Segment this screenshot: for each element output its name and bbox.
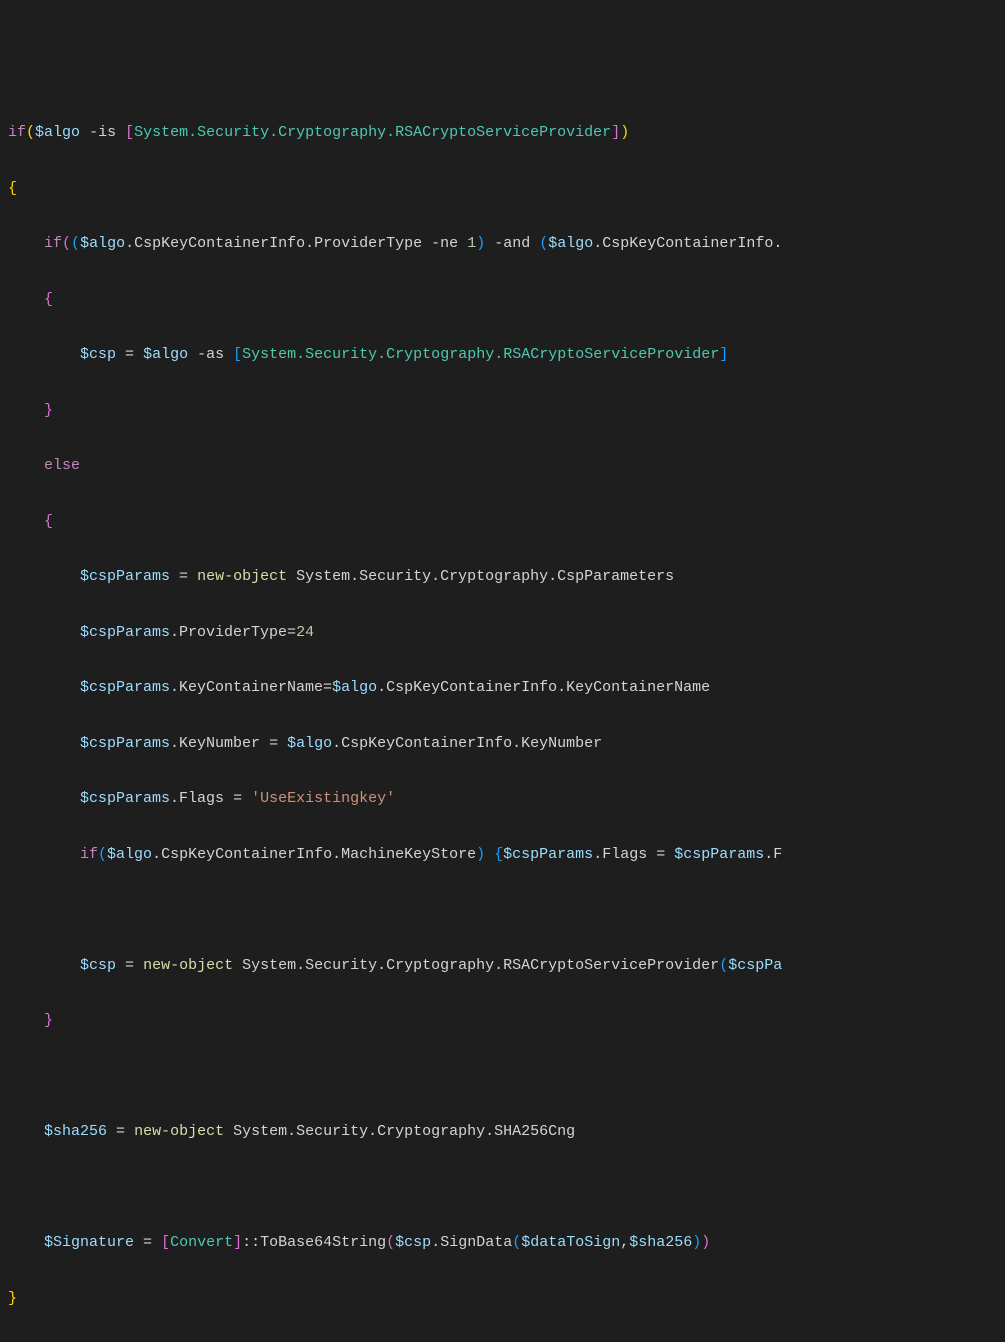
code-line: if($algo -is [System.Security.Cryptograp… bbox=[8, 119, 1005, 147]
code-line: $sha256 = new-object System.Security.Cry… bbox=[8, 1118, 1005, 1146]
code-line: $cspParams.ProviderType=24 bbox=[8, 619, 1005, 647]
code-line: $cspParams.KeyContainerName=$algo.CspKey… bbox=[8, 674, 1005, 702]
code-line: { bbox=[8, 508, 1005, 536]
code-line: $csp = new-object System.Security.Crypto… bbox=[8, 952, 1005, 980]
code-line: $cspParams.KeyNumber = $algo.CspKeyConta… bbox=[8, 730, 1005, 758]
code-line: else bbox=[8, 1340, 1005, 1342]
code-line: $cspParams.Flags = 'UseExistingkey' bbox=[8, 785, 1005, 813]
code-line: else bbox=[8, 452, 1005, 480]
code-line bbox=[8, 1063, 1005, 1091]
code-line bbox=[8, 896, 1005, 924]
code-line: if(($algo.CspKeyContainerInfo.ProviderTy… bbox=[8, 230, 1005, 258]
code-line: if($algo.CspKeyContainerInfo.MachineKeyS… bbox=[8, 841, 1005, 869]
code-line: { bbox=[8, 286, 1005, 314]
code-line: } bbox=[8, 397, 1005, 425]
code-line: { bbox=[8, 175, 1005, 203]
code-line bbox=[8, 1174, 1005, 1202]
code-line: $Signature = [Convert]::ToBase64String($… bbox=[8, 1229, 1005, 1257]
code-line: $cspParams = new-object System.Security.… bbox=[8, 563, 1005, 591]
code-editor[interactable]: if($algo -is [System.Security.Cryptograp… bbox=[8, 119, 1005, 1342]
code-line: $csp = $algo -as [System.Security.Crypto… bbox=[8, 341, 1005, 369]
code-line: } bbox=[8, 1285, 1005, 1313]
code-line: } bbox=[8, 1007, 1005, 1035]
